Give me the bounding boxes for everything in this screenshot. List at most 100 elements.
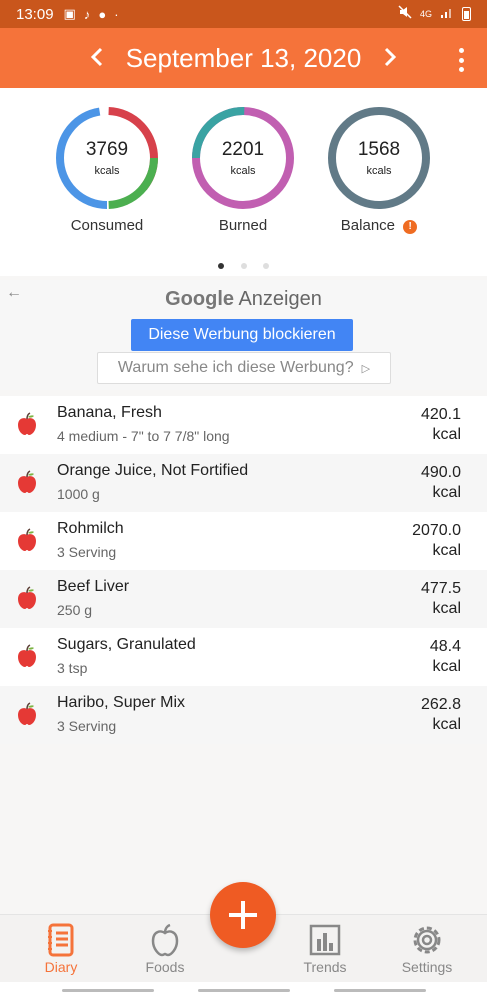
food-portion: 3 tsp: [57, 660, 88, 676]
food-portion: 4 medium - 7" to 7 7/8" long: [57, 428, 230, 444]
food-calories-unit: kcal: [432, 658, 461, 675]
burned-label: Burned: [218, 217, 268, 234]
app-bar: September 13, 2020: [0, 28, 487, 88]
apple-icon: [16, 702, 38, 726]
apple-icon: [16, 470, 38, 494]
food-calories: 490.0 kcal: [421, 463, 461, 503]
why-ad-button[interactable]: Warum sehe ich diese Werbung? ▷: [97, 352, 391, 384]
ad-banner: ← Google Anzeigen Diese Werbung blockier…: [0, 280, 487, 390]
balance-label: Balance: [340, 217, 396, 234]
apple-icon: [16, 412, 38, 436]
nav-diary[interactable]: Diary: [21, 923, 101, 975]
battery-icon: [462, 7, 471, 21]
nav-diary-label: Diary: [44, 959, 78, 975]
burned-unit: kcals: [230, 165, 256, 177]
warning-icon[interactable]: !: [403, 220, 418, 234]
status-bar: 13:09 ▣ ♪ ● · 4G: [0, 0, 487, 28]
nav-settings[interactable]: Settings: [387, 923, 467, 975]
food-name: Sugars, Granulated: [57, 636, 196, 653]
nav-settings-label: Settings: [401, 959, 453, 975]
status-time: 13:09: [16, 5, 54, 23]
nav-trends-label: Trends: [303, 959, 347, 975]
food-portion: 1000 g: [57, 486, 100, 502]
food-portion: 250 g: [57, 602, 93, 618]
food-calories: 420.1 kcal: [421, 405, 461, 445]
food-calories-unit: kcal: [432, 484, 461, 501]
previous-day-icon[interactable]: [90, 43, 104, 74]
page-dot-1: [218, 263, 225, 269]
nav-foods-label: Foods: [145, 959, 185, 975]
apple-icon: [151, 923, 179, 957]
food-calories-unit: kcal: [432, 600, 461, 617]
food-calories-unit: kcal: [432, 542, 461, 559]
food-portion: 3 Serving: [57, 718, 117, 734]
food-calories-unit: kcal: [432, 716, 461, 733]
nav-trends[interactable]: Trends: [285, 923, 365, 975]
food-name: Rohmilch: [57, 520, 124, 537]
signal-icon: [440, 5, 454, 23]
food-calories-value: 490.0: [420, 464, 461, 481]
network-type: 4G: [419, 8, 432, 19]
ad-brand-suffix: Anzeigen: [238, 288, 322, 310]
recents-gesture[interactable]: [62, 989, 154, 992]
gear-icon: [413, 926, 441, 954]
food-calories-value: 48.4: [429, 638, 461, 655]
diary-icon: [48, 923, 74, 957]
balance-unit: kcals: [366, 165, 392, 177]
page-dot-3: [262, 263, 269, 269]
food-name: Banana, Fresh: [57, 404, 162, 421]
apple-icon: [16, 528, 38, 552]
consumed-label: Consumed: [70, 217, 144, 234]
consumed-unit: kcals: [94, 165, 120, 177]
more-options-icon[interactable]: [451, 48, 471, 72]
food-item[interactable]: Rohmilch 3 Serving 2070.0 kcal: [0, 512, 487, 570]
image-notification-icon: ▣: [63, 6, 76, 21]
chart-icon: [309, 924, 341, 956]
plus-icon: [229, 901, 257, 929]
why-ad-label: Warum sehe ich diese Werbung?: [117, 359, 354, 376]
food-calories-value: 2070.0: [412, 522, 461, 539]
home-gesture[interactable]: [198, 989, 290, 992]
food-calories: 2070.0 kcal: [412, 521, 461, 561]
balance-label-row: Balance !: [326, 217, 432, 234]
food-diary-list: Banana, Fresh 4 medium - 7" to 7 7/8" lon…: [0, 396, 487, 744]
ad-brand: Google Anzeigen: [0, 288, 487, 311]
food-item[interactable]: Orange Juice, Not Fortified 1000 g 490.0 kc…: [0, 454, 487, 512]
food-calories: 477.5 kcal: [421, 579, 461, 619]
apple-icon: [16, 586, 38, 610]
page-dot-2: [240, 263, 247, 269]
system-gesture-bar: [0, 982, 487, 1000]
back-gesture[interactable]: [334, 989, 426, 992]
food-calories-unit: kcal: [432, 426, 461, 443]
food-portion: 3 Serving: [57, 544, 117, 560]
consumed-ring: 3769 kcals Consumed: [54, 105, 160, 234]
add-food-button[interactable]: [210, 882, 276, 948]
more-notifications-icon: ·: [114, 6, 119, 22]
next-day-icon[interactable]: [383, 43, 397, 74]
mute-icon: [398, 5, 412, 23]
food-calories-value: 420.1: [420, 406, 461, 423]
nav-foods[interactable]: Foods: [125, 923, 205, 975]
burned-value: 2201: [221, 139, 265, 160]
food-name: Beef Liver: [57, 578, 130, 595]
food-item[interactable]: Sugars, Granulated 3 tsp 48.4 kcal: [0, 628, 487, 686]
circle-notification-icon: ●: [98, 6, 107, 22]
food-calories-value: 262.8: [420, 696, 461, 713]
food-name: Haribo, Super Mix: [57, 694, 186, 711]
apple-icon: [16, 644, 38, 668]
food-item[interactable]: Banana, Fresh 4 medium - 7" to 7 7/8" lon…: [0, 396, 487, 454]
calorie-summary[interactable]: 3769 kcals Consumed 2201 kcals Burned 15…: [0, 88, 487, 276]
music-note-icon: ♪: [83, 6, 91, 22]
balance-value: 1568: [357, 139, 401, 160]
food-calories: 262.8 kcal: [421, 695, 461, 735]
food-name: Orange Juice, Not Fortified: [57, 462, 249, 479]
food-item[interactable]: Beef Liver 250 g 477.5 kcal: [0, 570, 487, 628]
page-indicator: [0, 256, 487, 274]
burned-ring: 2201 kcals Burned: [190, 105, 296, 234]
date-title[interactable]: September 13, 2020: [126, 43, 362, 74]
food-item[interactable]: Haribo, Super Mix 3 Serving 262.8 kcal: [0, 686, 487, 744]
food-calories-value: 477.5: [420, 580, 461, 597]
block-ad-button[interactable]: Diese Werbung blockieren: [131, 319, 353, 351]
ad-info-icon: ▷: [361, 362, 371, 375]
food-calories: 48.4 kcal: [430, 637, 461, 677]
